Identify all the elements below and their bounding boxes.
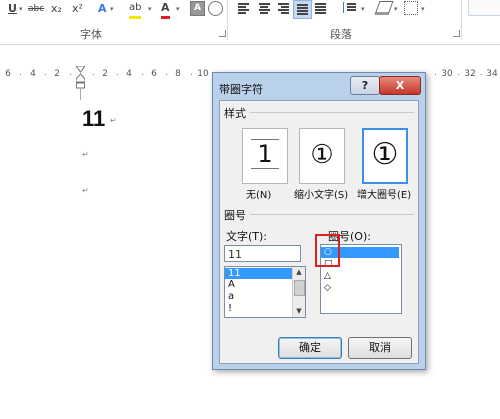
ruler-tick: 34 — [486, 69, 498, 79]
subscript-button[interactable]: x₂ — [51, 2, 62, 16]
dialog-title: 带圈字符 — [219, 83, 263, 96]
list-item[interactable]: A — [225, 279, 292, 290]
ruler-tick: 6 — [5, 69, 11, 79]
list-item[interactable]: ! — [225, 303, 292, 314]
style-shrink-label: 缩小文字(S) — [294, 190, 349, 201]
text-listbox[interactable]: 11 A a ! ▲ ▼ — [224, 266, 306, 318]
style-shrink-glyph: ① — [310, 140, 334, 170]
text-list-scrollbar[interactable]: ▲ ▼ — [292, 267, 305, 317]
style-option-none[interactable]: 1 — [242, 128, 288, 184]
line-spacing-dropdown-icon[interactable]: ▾ — [361, 2, 365, 16]
list-item[interactable]: 11 — [225, 268, 292, 279]
underline-dropdown-icon[interactable]: ▾ — [19, 2, 23, 16]
cancel-button[interactable]: 取消 — [348, 337, 412, 359]
group-divider — [461, 0, 462, 40]
distributed-icon[interactable] — [314, 0, 327, 16]
line-spacing-icon[interactable] — [342, 0, 358, 16]
align-center-icon[interactable] — [258, 0, 271, 16]
ok-button[interactable]: 确定 — [278, 337, 342, 359]
paragraph-mark-icon: ↵ — [82, 150, 89, 159]
ruler-tick: 8 — [175, 69, 181, 79]
dialog-body: 样式 1 ① ① 无(N) 缩小文字(S) 增大圈号(E) 圈号 文字(T): … — [219, 100, 419, 364]
ruler-tick: 4 — [126, 69, 132, 79]
style-enlarge-label: 增大圈号(E) — [357, 190, 412, 201]
document-text[interactable]: 11 — [82, 106, 105, 132]
ruler-tick: 2 — [54, 69, 60, 79]
font-color-dropdown-icon[interactable]: ▾ — [176, 2, 180, 16]
style-enlarge-glyph: ① — [371, 137, 399, 172]
borders-icon[interactable] — [404, 1, 418, 15]
paragraph-group-label: 段落 — [330, 28, 352, 41]
font-color-button[interactable]: A — [161, 2, 170, 19]
enclosure-option-triangle[interactable]: △ — [321, 271, 399, 282]
shading-dropdown-icon[interactable]: ▾ — [394, 2, 398, 16]
ruler-tick: 4 — [30, 69, 36, 79]
highlight-dropdown-icon[interactable]: ▾ — [148, 2, 152, 16]
style-none-glyph: 1 — [251, 139, 279, 169]
text-effects-dropdown-icon[interactable]: ▾ — [110, 2, 114, 16]
ruler-tick: 32 — [464, 69, 476, 79]
ribbon: U ▾ abc x₂ x² A ▾ ab ▾ A ▾ A 字体 ▾ ▾ ▾ 段落 — [0, 0, 500, 45]
align-left-icon[interactable] — [238, 0, 251, 16]
style-option-enlarge-symbol[interactable]: ① — [362, 128, 408, 184]
superscript-button[interactable]: x² — [72, 2, 83, 16]
style-section-label: 样式 — [224, 107, 246, 120]
section-divider — [250, 214, 414, 215]
underline-button[interactable]: U — [8, 2, 17, 16]
borders-dropdown-icon[interactable]: ▾ — [421, 2, 425, 16]
paragraph-mark-icon: ↵ — [82, 186, 89, 195]
highlight-button[interactable]: ab — [129, 2, 142, 19]
enclosure-section-label: 圈号 — [224, 209, 246, 222]
scroll-down-icon[interactable]: ▼ — [293, 307, 305, 315]
indent-marker-icon[interactable] — [76, 66, 85, 100]
enclosure-option-diamond[interactable]: ◇ — [321, 283, 399, 294]
style-option-shrink-text[interactable]: ① — [299, 128, 345, 184]
font-group-label: 字体 — [80, 28, 102, 41]
list-item[interactable]: a — [225, 291, 292, 302]
styles-gallery[interactable] — [468, 0, 500, 16]
style-none-label: 无(N) — [246, 190, 272, 201]
enclose-characters-dialog: 带圈字符 ? X 样式 1 ① ① 无(N) 缩小文字(S) 增大圈号(E) 圈… — [212, 72, 426, 370]
enclose-characters-icon[interactable] — [208, 1, 223, 16]
ruler-tick: 30 — [441, 69, 453, 79]
paragraph-dialog-launcher-icon[interactable] — [453, 30, 460, 37]
scroll-thumb[interactable] — [294, 280, 305, 296]
ruler-tick: 6 — [151, 69, 157, 79]
text-field-label: 文字(T): — [226, 230, 268, 243]
section-divider — [250, 112, 414, 113]
ruler-tick: 2 — [102, 69, 108, 79]
scroll-up-icon[interactable]: ▲ — [293, 268, 305, 276]
ruler-tick: 10 — [197, 69, 209, 79]
strikethrough-button[interactable]: abc — [28, 2, 44, 16]
font-dialog-launcher-icon[interactable] — [219, 30, 226, 37]
shading-icon[interactable] — [374, 1, 394, 15]
align-right-icon[interactable] — [277, 0, 290, 16]
text-effects-button[interactable]: A — [98, 2, 107, 16]
group-divider — [227, 0, 228, 40]
close-button[interactable]: X — [379, 76, 421, 95]
paragraph-mark-icon: ↵ — [110, 116, 117, 125]
justify-icon[interactable] — [293, 0, 312, 19]
text-input[interactable]: 11 — [224, 245, 301, 262]
help-button[interactable]: ? — [350, 76, 380, 95]
char-shading-button[interactable]: A — [190, 1, 205, 16]
annotation-highlight-box — [315, 234, 340, 267]
